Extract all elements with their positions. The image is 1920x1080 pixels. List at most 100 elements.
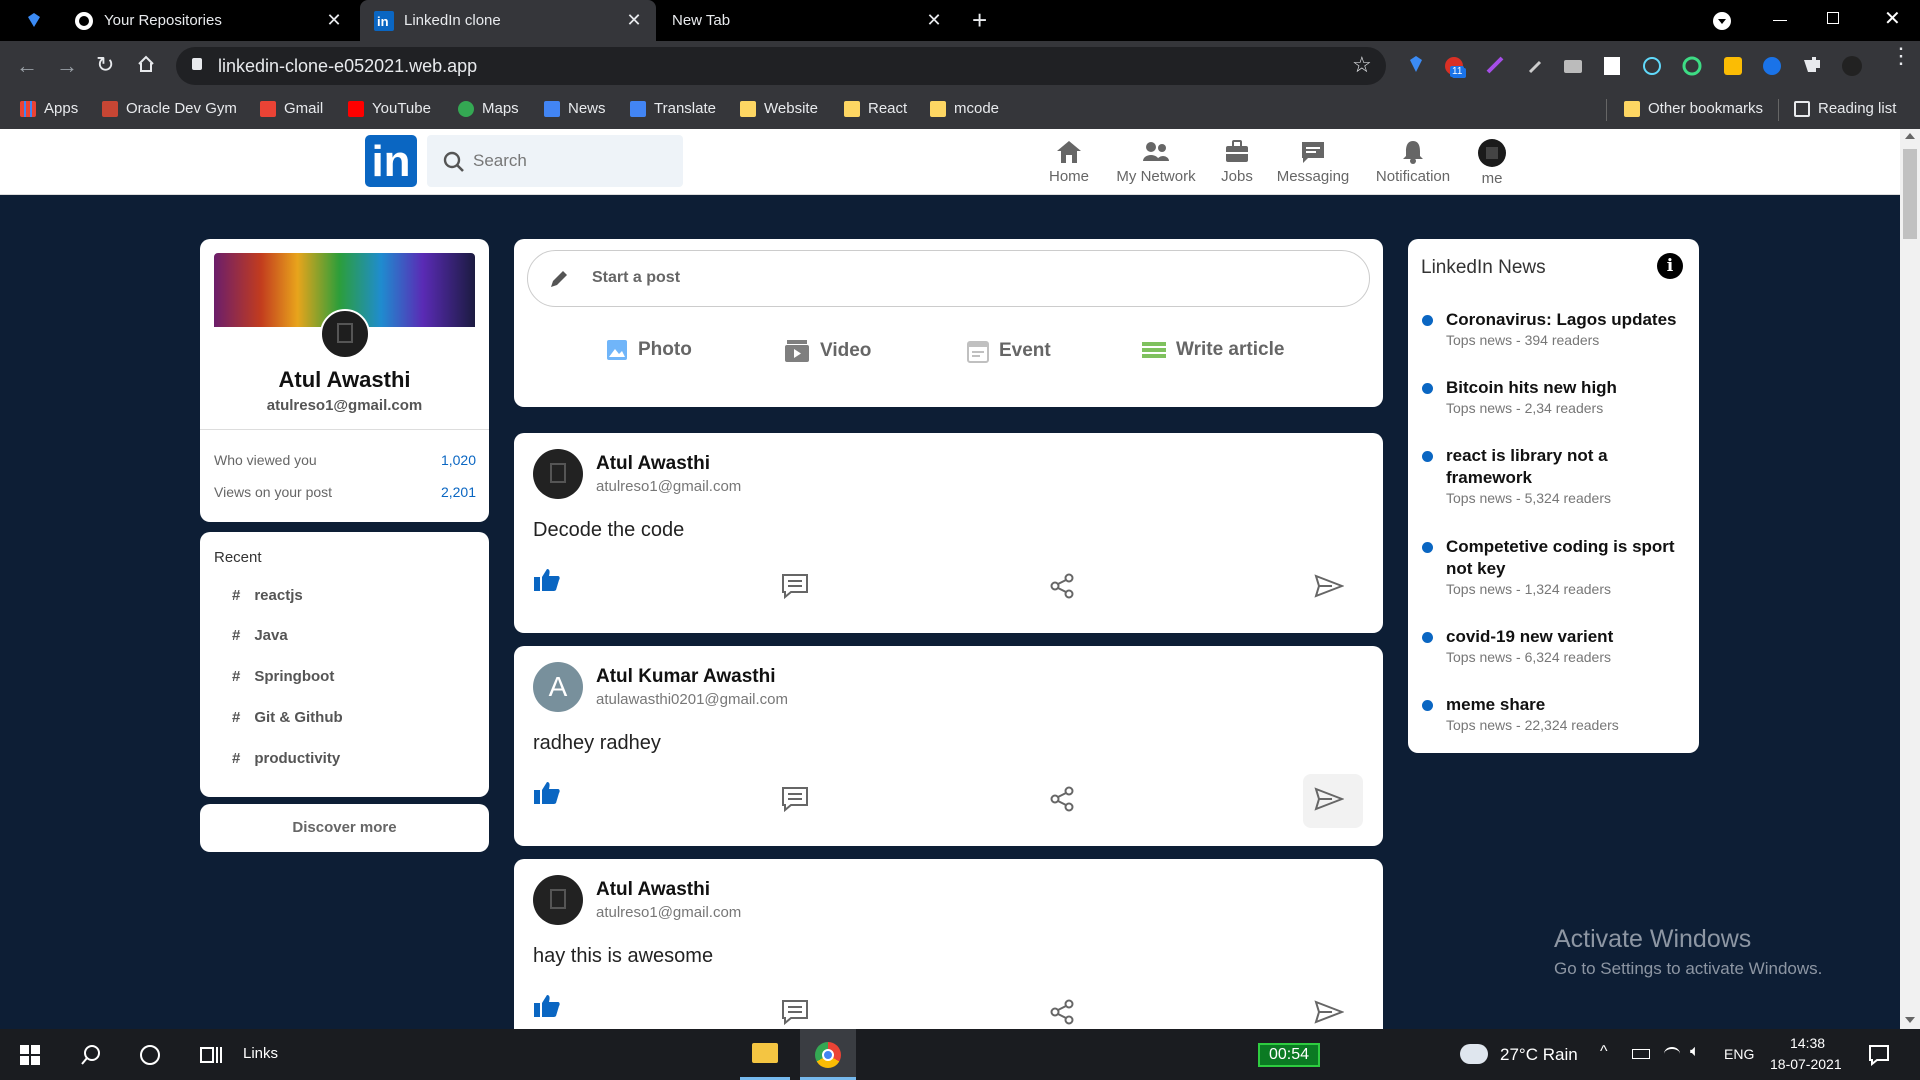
send-button[interactable] bbox=[1314, 786, 1344, 816]
comment-button[interactable] bbox=[781, 999, 811, 1029]
bookmark-gmail[interactable]: Gmail bbox=[260, 100, 323, 117]
browser-menu-icon[interactable]: ⋮ bbox=[1890, 45, 1912, 67]
close-tab-icon[interactable]: ✕ bbox=[624, 10, 644, 30]
other-bookmarks[interactable]: Other bookmarks bbox=[1624, 100, 1763, 117]
share-button[interactable] bbox=[1049, 573, 1079, 603]
share-button[interactable] bbox=[1049, 999, 1079, 1029]
scroll-down-icon[interactable] bbox=[1905, 1017, 1915, 1023]
info-icon[interactable]: i bbox=[1657, 253, 1683, 279]
tab-search-icon[interactable] bbox=[24, 11, 44, 31]
tab-new-tab[interactable]: New Tab ✕ bbox=[660, 0, 956, 41]
chrome-icon[interactable] bbox=[800, 1029, 856, 1080]
bookmark-maps[interactable]: Maps bbox=[458, 100, 519, 117]
bookmark-translate[interactable]: Translate bbox=[630, 100, 716, 117]
send-button[interactable] bbox=[1314, 999, 1344, 1029]
post-avatar[interactable] bbox=[533, 875, 583, 925]
chevron-up-icon[interactable]: ^ bbox=[1600, 1043, 1608, 1061]
nav-messaging[interactable]: Messaging bbox=[1273, 139, 1353, 185]
nav-notification[interactable]: Notification bbox=[1363, 139, 1463, 185]
forward-icon[interactable]: → bbox=[56, 53, 78, 79]
timer-widget[interactable]: 00:54 bbox=[1258, 1043, 1320, 1067]
like-button[interactable] bbox=[533, 567, 563, 597]
links-toolbar[interactable]: Links bbox=[243, 1045, 278, 1062]
news-item[interactable]: meme share Tops news - 22,324 readers bbox=[1422, 694, 1692, 733]
weather-icon[interactable] bbox=[1460, 1044, 1488, 1064]
bookmark-mcode[interactable]: mcode bbox=[930, 100, 999, 117]
discover-more-button[interactable]: Discover more bbox=[200, 804, 489, 852]
stat-row[interactable]: Views on your post 2,201 bbox=[214, 484, 476, 500]
write-article-button[interactable]: Write article bbox=[1142, 339, 1284, 361]
nav-home[interactable]: Home bbox=[1029, 139, 1109, 185]
language-indicator[interactable]: ENG bbox=[1724, 1046, 1754, 1062]
new-tab-button[interactable]: + bbox=[972, 5, 987, 36]
restore-icon[interactable] bbox=[1827, 12, 1839, 24]
news-item[interactable]: Competetive coding is sport not key Tops… bbox=[1422, 536, 1692, 597]
comment-button[interactable] bbox=[781, 786, 811, 816]
tab-your-repositories[interactable]: Your Repositories ✕ bbox=[60, 0, 356, 41]
recent-item[interactable]: # Git & Github bbox=[232, 709, 343, 726]
bookmark-news[interactable]: News bbox=[544, 100, 606, 117]
photo-button[interactable]: Photo bbox=[606, 339, 692, 361]
tab-linkedin-clone[interactable]: in LinkedIn clone ✕ bbox=[360, 0, 656, 41]
news-item[interactable]: Coronavirus: Lagos updates Tops news - 3… bbox=[1422, 309, 1692, 348]
clock-time[interactable]: 14:38 bbox=[1790, 1035, 1825, 1051]
back-icon[interactable]: ← bbox=[16, 53, 38, 79]
address-bar[interactable]: linkedin-clone-e052021.web.app ☆ bbox=[176, 47, 1386, 85]
volume-icon[interactable]: 🔈︎ bbox=[1690, 1043, 1700, 1061]
tab-search-dropdown-icon[interactable] bbox=[1712, 11, 1732, 31]
profile-name[interactable]: Atul Awasthi bbox=[200, 367, 489, 393]
post-avatar[interactable] bbox=[533, 449, 583, 499]
start-post-input[interactable]: Start a post bbox=[527, 250, 1370, 307]
home-browser-icon[interactable] bbox=[136, 54, 156, 74]
post-author[interactable]: Atul Kumar Awasthi bbox=[596, 666, 775, 688]
news-item[interactable]: covid-19 new varient Tops news - 6,324 r… bbox=[1422, 626, 1692, 665]
comment-button[interactable] bbox=[781, 573, 811, 603]
post-author[interactable]: Atul Awasthi bbox=[596, 453, 710, 475]
send-button[interactable] bbox=[1314, 573, 1344, 603]
news-item[interactable]: Bitcoin hits new high Tops news - 2,34 r… bbox=[1422, 377, 1692, 416]
like-button[interactable] bbox=[533, 993, 563, 1023]
bookmark-star-icon[interactable]: ☆ bbox=[1352, 52, 1372, 78]
nav-me[interactable]: me bbox=[1452, 139, 1532, 187]
reading-list[interactable]: Reading list bbox=[1794, 100, 1896, 117]
reload-icon[interactable]: ↻ bbox=[96, 52, 114, 78]
recent-item[interactable]: # reactjs bbox=[232, 587, 303, 604]
recent-item[interactable]: # Java bbox=[232, 627, 288, 644]
bookmark-youtube[interactable]: YouTube bbox=[348, 100, 431, 117]
minimize-icon[interactable] bbox=[1773, 20, 1787, 21]
wifi-icon[interactable] bbox=[1664, 1047, 1680, 1061]
recent-item[interactable]: # productivity bbox=[232, 750, 340, 767]
cortana-icon[interactable] bbox=[140, 1045, 160, 1065]
close-tab-icon[interactable]: ✕ bbox=[324, 10, 344, 30]
post-avatar[interactable]: A bbox=[533, 662, 583, 712]
scroll-up-icon[interactable] bbox=[1905, 133, 1915, 139]
bookmark-website[interactable]: Website bbox=[740, 100, 818, 117]
news-item[interactable]: react is library not a framework Tops ne… bbox=[1422, 445, 1642, 506]
post-author[interactable]: Atul Awasthi bbox=[596, 879, 710, 901]
battery-icon[interactable] bbox=[1632, 1049, 1650, 1059]
scrollbar-thumb[interactable] bbox=[1903, 149, 1917, 239]
share-button[interactable] bbox=[1049, 786, 1079, 816]
bookmark-react[interactable]: React bbox=[844, 100, 907, 117]
profile-avatar[interactable] bbox=[320, 309, 370, 359]
bookmark-apps[interactable]: Apps bbox=[20, 100, 78, 117]
video-button[interactable]: Video bbox=[784, 339, 871, 363]
file-explorer-icon[interactable] bbox=[740, 1029, 790, 1080]
weather-text[interactable]: 27°C Rain bbox=[1500, 1045, 1578, 1065]
event-button[interactable]: Event bbox=[967, 339, 1051, 363]
close-tab-icon[interactable]: ✕ bbox=[924, 10, 944, 30]
windows-start-icon[interactable] bbox=[20, 1045, 40, 1065]
like-button[interactable] bbox=[533, 780, 563, 810]
search-icon[interactable] bbox=[80, 1044, 102, 1066]
search-box[interactable]: Search bbox=[427, 135, 683, 187]
bookmark-oracle-dev-gym[interactable]: Oracle Dev Gym bbox=[102, 100, 237, 117]
close-window-icon[interactable]: ✕ bbox=[1884, 6, 1901, 31]
nav-jobs[interactable]: Jobs bbox=[1197, 139, 1277, 185]
page-scrollbar[interactable] bbox=[1900, 129, 1920, 1029]
nav-my-network[interactable]: My Network bbox=[1116, 139, 1196, 185]
search-input[interactable]: Search bbox=[473, 151, 527, 171]
recent-item[interactable]: # Springboot bbox=[232, 668, 334, 685]
notifications-icon[interactable] bbox=[1868, 1044, 1890, 1066]
clock-date[interactable]: 18-07-2021 bbox=[1770, 1056, 1842, 1072]
stat-row[interactable]: Who viewed you 1,020 bbox=[214, 452, 476, 468]
